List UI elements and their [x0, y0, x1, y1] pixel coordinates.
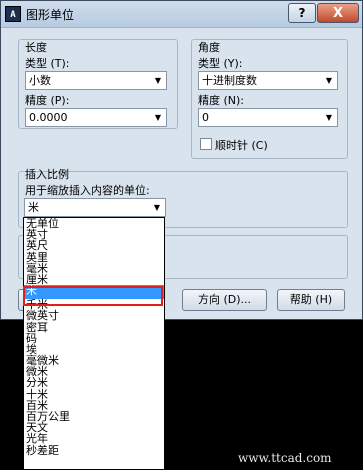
dropdown-item[interactable]: 光年 — [24, 433, 164, 444]
length-type-select[interactable]: 小数 ▼ — [25, 71, 167, 90]
chevron-down-icon: ▼ — [154, 76, 161, 85]
help-title-button[interactable]: ? — [288, 3, 316, 23]
dropdown-item[interactable]: 微英寸 — [24, 310, 164, 321]
watermark-text: www.ttcad.com — [238, 451, 332, 465]
angle-type-value: 十进制度数 — [202, 74, 257, 87]
insert-units-value: 米 — [28, 201, 39, 214]
angle-type-label: 类型 (Y): — [198, 57, 243, 70]
chevron-down-icon: ▼ — [153, 203, 160, 212]
angle-precision-select[interactable]: 0 ▼ — [198, 108, 338, 127]
insert-units-label: 用于缩放插入内容的单位: — [25, 184, 150, 197]
length-type-label: 类型 (T): — [25, 57, 70, 70]
dropdown-item[interactable]: 码 — [24, 333, 164, 344]
dropdown-item[interactable]: 分米 — [24, 377, 164, 388]
app-icon: A — [5, 6, 21, 22]
dropdown-item[interactable]: 秒差距 — [24, 444, 164, 456]
length-precision-label: 精度 (P): — [25, 94, 70, 107]
dropdown-item[interactable]: 厘米 — [24, 274, 164, 285]
dropdown-item[interactable]: 英尺 — [24, 240, 164, 251]
dropdown-items: 无单位 英寸 英尺 英里 毫米 厘米米千米 微英寸 密耳码埃毫微米 微米 分米 十米 百米 百万公里 天文… — [24, 218, 164, 456]
clockwise-checkbox[interactable] — [200, 138, 212, 150]
direction-button[interactable]: 方向 (D)... — [182, 289, 267, 311]
angle-section-label: 角度 — [198, 41, 220, 54]
angle-type-select[interactable]: 十进制度数 ▼ — [198, 71, 338, 90]
length-type-value: 小数 — [29, 74, 51, 87]
angle-precision-value: 0 — [202, 111, 209, 124]
length-precision-select[interactable]: 0.0000 ▼ — [25, 108, 167, 127]
chevron-down-icon: ▼ — [154, 113, 161, 122]
insert-units-select[interactable]: 米 ▼ — [24, 198, 166, 217]
angle-precision-label: 精度 (N): — [198, 94, 245, 107]
close-button[interactable]: X — [317, 3, 359, 23]
clockwise-label[interactable]: 顺时针 (C) — [215, 137, 268, 153]
selection-highlight-box — [23, 286, 163, 306]
help-button[interactable]: 帮助 (H) — [277, 289, 345, 311]
insert-section-label: 插入比例 — [25, 168, 69, 181]
length-precision-value: 0.0000 — [29, 111, 68, 124]
title-bar[interactable]: A 图形单位 ? X — [1, 1, 362, 28]
chevron-down-icon: ▼ — [325, 76, 332, 85]
chevron-down-icon: ▼ — [325, 113, 332, 122]
length-section-label: 长度 — [25, 41, 47, 54]
dropdown-item[interactable]: 密耳 — [24, 321, 164, 333]
units-dropdown-list[interactable]: 无单位 英寸 英尺 英里 毫米 厘米米千米 微英寸 密耳码埃毫微米 微米 分米 十米 百米 百万公里 天文… — [23, 217, 165, 470]
dialog-title: 图形单位 — [26, 8, 75, 22]
